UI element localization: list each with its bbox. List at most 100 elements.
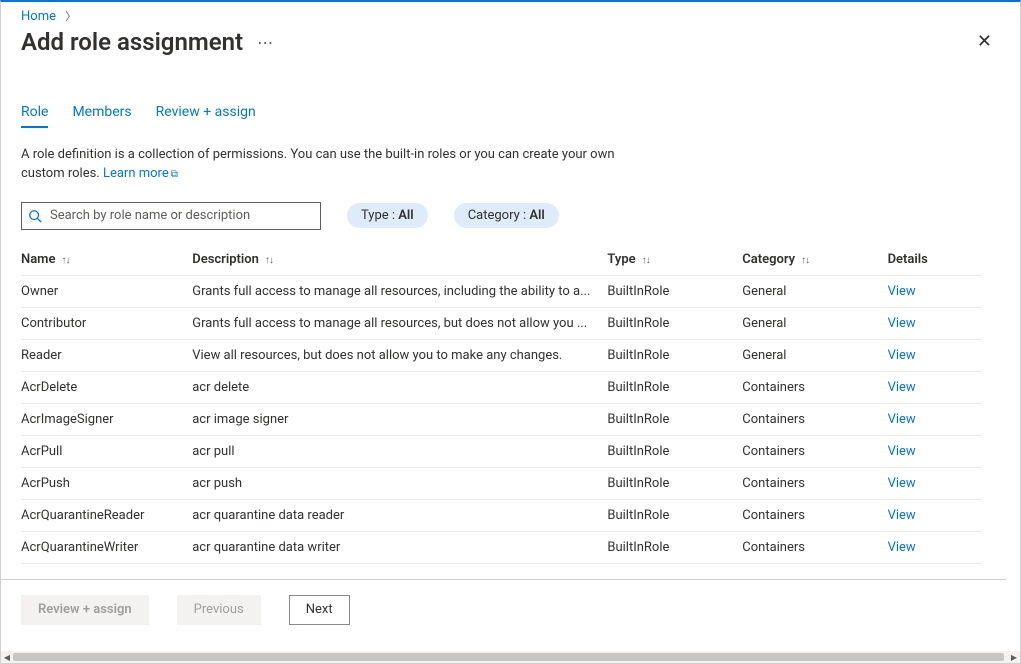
sort-icon: ↑↓ xyxy=(265,258,273,264)
cell-name: Reader xyxy=(21,339,192,371)
table-row[interactable]: AcrQuarantineWriteracr quarantine data w… xyxy=(21,531,981,563)
breadcrumb: Home 〉 xyxy=(1,2,1020,24)
cell-category: Containers xyxy=(742,467,887,499)
review-assign-button: Review + assign xyxy=(21,595,149,625)
sort-icon: ↑↓ xyxy=(642,258,650,264)
cell-details: View xyxy=(888,339,981,371)
table-row[interactable]: ReaderView all resources, but does not a… xyxy=(21,339,981,371)
cell-category: Containers xyxy=(742,435,887,467)
column-header-type[interactable]: Type↑↓ xyxy=(607,244,742,276)
tab-role[interactable]: Role xyxy=(21,100,48,128)
search-box[interactable] xyxy=(21,202,321,230)
learn-more-link[interactable]: Learn more⧉ xyxy=(103,166,178,181)
cell-name: Owner xyxy=(21,275,192,307)
cell-name: AcrPush xyxy=(21,467,192,499)
column-header-name[interactable]: Name↑↓ xyxy=(21,244,192,276)
column-header-description[interactable]: Description↑↓ xyxy=(192,244,607,276)
search-icon xyxy=(28,209,42,223)
cell-details: View xyxy=(888,531,981,563)
more-actions-icon[interactable]: ⋯ xyxy=(257,33,274,52)
cell-name: AcrPull xyxy=(21,435,192,467)
breadcrumb-home-link[interactable]: Home xyxy=(21,9,56,24)
cell-details: View xyxy=(888,499,981,531)
cell-category: Containers xyxy=(742,403,887,435)
cell-type: BuiltInRole xyxy=(607,371,742,403)
cell-category: General xyxy=(742,339,887,371)
scroll-right-arrow-icon[interactable]: ▶ xyxy=(1008,651,1020,663)
table-row[interactable]: AcrPushacr pushBuiltInRoleContainersView xyxy=(21,467,981,499)
cell-description: acr push xyxy=(192,467,607,499)
cell-details: View xyxy=(888,371,981,403)
chevron-right-icon: 〉 xyxy=(65,10,76,23)
wizard-tabs: Role Members Review + assign xyxy=(21,100,1000,128)
cell-name: Contributor xyxy=(21,307,192,339)
cell-description: acr delete xyxy=(192,371,607,403)
next-button[interactable]: Next xyxy=(289,595,350,625)
cell-description: acr quarantine data writer xyxy=(192,531,607,563)
sort-icon: ↑↓ xyxy=(801,258,809,264)
cell-description: View all resources, but does not allow y… xyxy=(192,339,607,371)
tab-review-assign[interactable]: Review + assign xyxy=(156,100,256,128)
close-icon[interactable]: ✕ xyxy=(969,29,1000,55)
roles-table: Name↑↓ Description↑↓ Type↑↓ Category↑↓ D… xyxy=(21,244,981,564)
cell-type: BuiltInRole xyxy=(607,531,742,563)
cell-category: Containers xyxy=(742,371,887,403)
table-row[interactable]: AcrImageSigneracr image signerBuiltInRol… xyxy=(21,403,981,435)
tab-members[interactable]: Members xyxy=(72,100,131,128)
wizard-footer: Review + assign Previous Next xyxy=(1,579,1006,639)
view-link[interactable]: View xyxy=(888,540,916,555)
table-row[interactable]: AcrDeleteacr deleteBuiltInRoleContainers… xyxy=(21,371,981,403)
cell-category: Containers xyxy=(742,499,887,531)
sort-icon: ↑↓ xyxy=(61,258,69,264)
view-link[interactable]: View xyxy=(888,348,916,363)
cell-category: General xyxy=(742,275,887,307)
cell-type: BuiltInRole xyxy=(607,339,742,371)
cell-name: AcrQuarantineReader xyxy=(21,499,192,531)
view-link[interactable]: View xyxy=(888,476,916,491)
table-row[interactable]: AcrPullacr pullBuiltInRoleContainersView xyxy=(21,435,981,467)
cell-details: View xyxy=(888,275,981,307)
page-title: Add role assignment xyxy=(21,28,243,56)
cell-description: acr quarantine data reader xyxy=(192,499,607,531)
view-link[interactable]: View xyxy=(888,380,916,395)
horizontal-scrollbar[interactable]: ◀ ▶ xyxy=(1,651,1020,663)
cell-description: Grants full access to manage all resourc… xyxy=(192,275,607,307)
main-scrollable[interactable]: Role Members Review + assign A role defi… xyxy=(1,82,1020,591)
tab-description: A role definition is a collection of per… xyxy=(21,146,641,184)
cell-name: AcrQuarantineWriter xyxy=(21,531,192,563)
cell-description: Grants full access to manage all resourc… xyxy=(192,307,607,339)
cell-type: BuiltInRole xyxy=(607,275,742,307)
cell-description: acr pull xyxy=(192,435,607,467)
view-link[interactable]: View xyxy=(888,444,916,459)
cell-details: View xyxy=(888,403,981,435)
cell-details: View xyxy=(888,435,981,467)
cell-type: BuiltInRole xyxy=(607,435,742,467)
cell-details: View xyxy=(888,307,981,339)
view-link[interactable]: View xyxy=(888,284,916,299)
table-row[interactable]: OwnerGrants full access to manage all re… xyxy=(21,275,981,307)
cell-name: AcrImageSigner xyxy=(21,403,192,435)
view-link[interactable]: View xyxy=(888,412,916,427)
cell-category: Containers xyxy=(742,531,887,563)
cell-description: acr image signer xyxy=(192,403,607,435)
filter-row: Type : All Category : All xyxy=(21,202,1000,230)
cell-details: View xyxy=(888,467,981,499)
previous-button: Previous xyxy=(177,595,261,625)
scroll-left-arrow-icon[interactable]: ◀ xyxy=(1,651,13,663)
filter-type-pill[interactable]: Type : All xyxy=(347,203,428,228)
cell-type: BuiltInRole xyxy=(607,307,742,339)
cell-category: General xyxy=(742,307,887,339)
filter-category-pill[interactable]: Category : All xyxy=(454,203,559,228)
view-link[interactable]: View xyxy=(888,508,916,523)
column-header-details: Details xyxy=(888,244,981,276)
table-row[interactable]: ContributorGrants full access to manage … xyxy=(21,307,981,339)
cell-type: BuiltInRole xyxy=(607,499,742,531)
cell-name: AcrDelete xyxy=(21,371,192,403)
external-link-icon: ⧉ xyxy=(171,169,178,180)
table-row[interactable]: AcrQuarantineReaderacr quarantine data r… xyxy=(21,499,981,531)
column-header-category[interactable]: Category↑↓ xyxy=(742,244,887,276)
search-input[interactable] xyxy=(48,207,314,224)
cell-type: BuiltInRole xyxy=(607,403,742,435)
cell-type: BuiltInRole xyxy=(607,467,742,499)
view-link[interactable]: View xyxy=(888,316,916,331)
